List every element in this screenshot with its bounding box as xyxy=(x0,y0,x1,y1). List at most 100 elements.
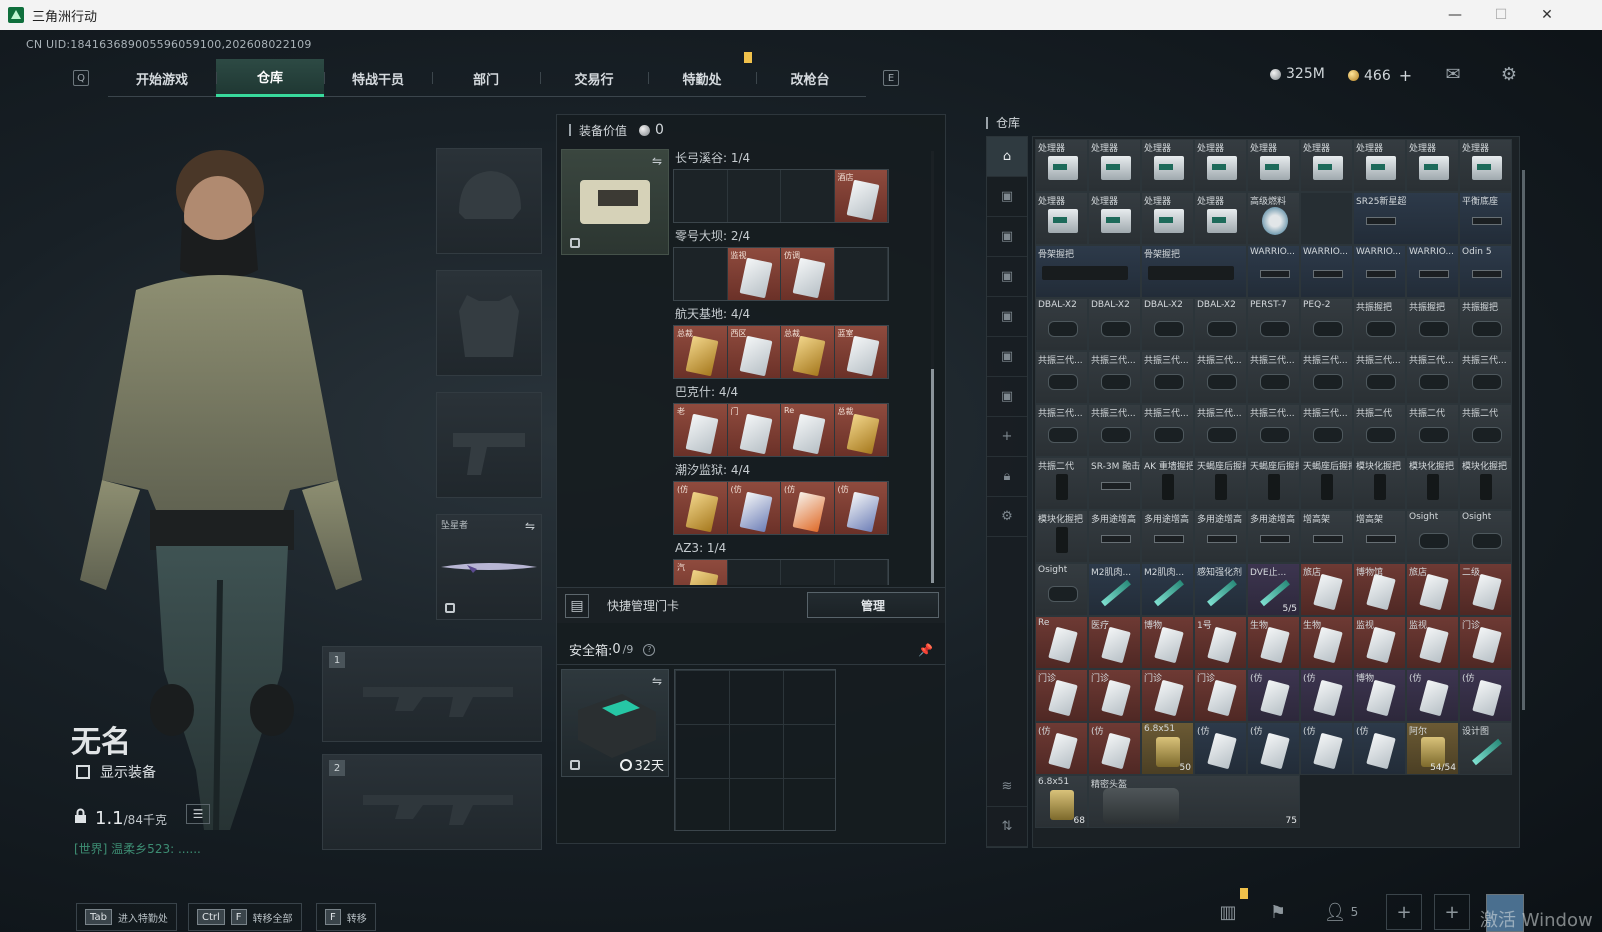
warehouse-item[interactable]: 高级燃料 xyxy=(1247,192,1300,245)
warehouse-item[interactable]: SR25新星超长枪管 xyxy=(1353,192,1459,245)
warehouse-item[interactable]: 共振握把 xyxy=(1459,298,1512,351)
armor-slot[interactable] xyxy=(436,270,542,376)
keycard-slot-filled[interactable]: (仿 xyxy=(727,482,781,534)
storage-tab-2-icon[interactable]: ▣ xyxy=(987,217,1027,257)
warehouse-item[interactable]: 阿尔 54/54 xyxy=(1406,722,1459,775)
tab-operators[interactable]: 特战干员 xyxy=(324,59,432,97)
warehouse-item[interactable]: 处理器 xyxy=(1035,192,1088,245)
keycard-slot-filled[interactable]: 仿调 xyxy=(781,248,835,300)
add-storage-icon[interactable]: + xyxy=(987,417,1027,457)
warehouse-item[interactable]: DBAL-X2 xyxy=(1194,298,1247,351)
warehouse-item[interactable]: 博物 xyxy=(1141,616,1194,669)
warehouse-item[interactable]: 共振二代 xyxy=(1035,457,1088,510)
warehouse-item[interactable]: 共振三代... xyxy=(1088,351,1141,404)
warehouse-item[interactable]: 共振三代... xyxy=(1247,351,1300,404)
warehouse-item[interactable]: (仿 xyxy=(1300,722,1353,775)
storage-tab-1-icon[interactable]: ▣ xyxy=(987,177,1027,217)
warehouse-item[interactable]: 共振三代... xyxy=(1300,404,1353,457)
swap-icon[interactable]: ⇋ xyxy=(525,519,535,533)
safebox-grid[interactable] xyxy=(674,669,836,831)
warehouse-item[interactable]: 天蝎座后握把 xyxy=(1300,457,1353,510)
warehouse-item[interactable]: 生物 xyxy=(1247,616,1300,669)
warehouse-item[interactable]: 旅店 xyxy=(1300,563,1353,616)
warehouse-item[interactable]: Osight xyxy=(1406,510,1459,563)
storage-tab-5-icon[interactable]: ▣ xyxy=(987,337,1027,377)
tab-start-game[interactable]: 开始游戏 xyxy=(108,59,216,97)
warehouse-item[interactable]: 处理器 xyxy=(1194,139,1247,192)
keycard-slot-empty[interactable] xyxy=(674,170,728,222)
warehouse-item[interactable]: (仿 xyxy=(1300,669,1353,722)
keycard-slot-empty[interactable] xyxy=(781,560,835,585)
warehouse-item[interactable]: 1号 xyxy=(1194,616,1247,669)
warehouse-item[interactable]: 天蝎座后握把 xyxy=(1247,457,1300,510)
tab-trade[interactable]: 交易行 xyxy=(540,59,648,97)
warehouse-item[interactable]: 共振三代... xyxy=(1300,351,1353,404)
keycard-slot-filled[interactable]: 总裁 xyxy=(834,404,888,456)
warehouse-item[interactable]: WARRIO... xyxy=(1247,245,1300,298)
hint-transfer[interactable]: F 转移 xyxy=(316,903,376,931)
warehouse-item[interactable]: SR-3M 融击消音器 xyxy=(1088,457,1141,510)
warehouse-item[interactable]: 处理器 xyxy=(1088,139,1141,192)
warehouse-item[interactable]: 模块化握把 xyxy=(1459,457,1512,510)
warehouse-item[interactable]: 处理器 xyxy=(1459,139,1512,192)
invite-slot-2[interactable]: + xyxy=(1434,894,1470,930)
warehouse-item[interactable]: 共振三代... xyxy=(1035,351,1088,404)
warehouse-item[interactable]: 共振三代... xyxy=(1035,404,1088,457)
helmet-slot[interactable] xyxy=(436,148,542,254)
warehouse-item[interactable]: (仿 xyxy=(1088,722,1141,775)
warehouse-item[interactable]: 共振三代... xyxy=(1141,404,1194,457)
tab-department[interactable]: 部门 xyxy=(432,59,540,97)
warehouse-item[interactable]: 医疗 xyxy=(1088,616,1141,669)
warehouse-item[interactable]: 处理器 xyxy=(1300,139,1353,192)
keycard-slot-filled[interactable]: 老 xyxy=(674,404,728,456)
keycard-slot-filled[interactable]: 西区 xyxy=(727,326,781,378)
list-icon[interactable]: ☰ xyxy=(186,804,210,824)
warehouse-item[interactable]: Re xyxy=(1035,616,1088,669)
warehouse-scrollbar[interactable] xyxy=(1522,170,1525,710)
warehouse-item[interactable]: 增高架 xyxy=(1300,510,1353,563)
warehouse-item[interactable]: Osight xyxy=(1035,563,1088,616)
minimize-button[interactable]: — xyxy=(1432,0,1478,30)
warehouse-item[interactable]: 监视 xyxy=(1353,616,1406,669)
warehouse-item[interactable]: 监视 xyxy=(1406,616,1459,669)
flag-icon[interactable]: ⚑ xyxy=(1258,892,1298,932)
keycard-slot-filled[interactable]: (仿 xyxy=(834,482,888,534)
warehouse-item[interactable]: DBAL-X2 xyxy=(1088,298,1141,351)
maximize-button[interactable]: ☐ xyxy=(1478,0,1524,30)
safebox-item[interactable]: ⇋ 32天 xyxy=(561,669,669,777)
warehouse-item[interactable]: DBAL-X2 xyxy=(1035,298,1088,351)
warehouse-item[interactable]: 多用途增高 xyxy=(1088,510,1141,563)
warehouse-item[interactable]: 多用途增高 xyxy=(1141,510,1194,563)
keycard-slot-filled[interactable]: 监视 xyxy=(727,248,781,300)
storage-settings-icon[interactable]: ⚙ xyxy=(987,497,1027,537)
warehouse-item[interactable]: (仿 xyxy=(1247,722,1300,775)
warehouse-item[interactable]: 共振二代 xyxy=(1459,404,1512,457)
tab-gunsmith[interactable]: 改枪台 xyxy=(756,59,864,97)
warehouse-item[interactable]: 博物 xyxy=(1353,669,1406,722)
help-icon[interactable]: ? xyxy=(643,643,656,656)
keycard-slot-empty[interactable] xyxy=(834,560,888,585)
keycard-slot-empty[interactable] xyxy=(834,248,888,300)
warehouse-item[interactable]: M2肌肉... xyxy=(1088,563,1141,616)
warehouse-item[interactable]: 骨架握把 xyxy=(1141,245,1247,298)
warehouse-item[interactable]: (仿 xyxy=(1353,722,1406,775)
gold-add-button[interactable]: + xyxy=(1399,66,1412,85)
warehouse-item[interactable]: 模块化握把 xyxy=(1406,457,1459,510)
nav-next-key[interactable]: E xyxy=(883,70,899,86)
warehouse-item[interactable]: 骨架握把 xyxy=(1035,245,1141,298)
warehouse-item[interactable]: 模块化握把 xyxy=(1353,457,1406,510)
keycard-slot-empty[interactable] xyxy=(727,170,781,222)
keycard-slot-filled[interactable]: 总裁 xyxy=(781,326,835,378)
warehouse-item[interactable]: 共振三代... xyxy=(1247,404,1300,457)
keycard-slot-empty[interactable] xyxy=(674,248,728,300)
hint-transfer-all[interactable]: Ctrl F 转移全部 xyxy=(188,903,302,931)
warehouse-item[interactable]: WARRIO... xyxy=(1353,245,1406,298)
warehouse-item[interactable]: 处理器 xyxy=(1353,139,1406,192)
keycard-slot-filled[interactable]: 汽 xyxy=(674,560,728,585)
warehouse-item[interactable]: 多用途增高 xyxy=(1194,510,1247,563)
world-chat-line[interactable]: [世界] 温柔乡523: ...... xyxy=(74,840,201,857)
warehouse-item[interactable]: 共振三代... xyxy=(1088,404,1141,457)
warehouse-item[interactable]: 模块化握把 xyxy=(1035,510,1088,563)
warehouse-item[interactable]: 门诊 xyxy=(1194,669,1247,722)
warehouse-item[interactable]: PERST-7 xyxy=(1247,298,1300,351)
